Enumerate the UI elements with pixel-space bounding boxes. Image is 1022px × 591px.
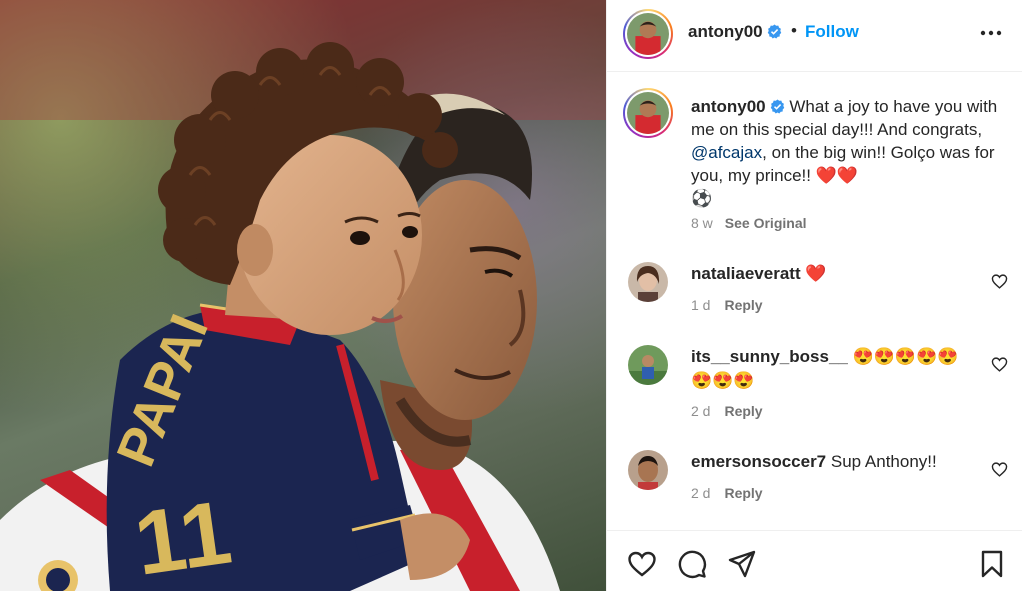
comment-emoji: ❤️ [805, 264, 827, 283]
comment-like-heart-icon[interactable] [991, 461, 1008, 478]
comment-meta: 2 d Reply [691, 485, 763, 501]
header-avatar[interactable] [623, 9, 673, 59]
comment-text: emersonsoccer7 Sup Anthony!! [691, 450, 971, 474]
comment-avatar[interactable] [628, 345, 668, 385]
caption-timestamp[interactable]: 8 w [691, 215, 713, 231]
post-action-bar [607, 530, 1022, 591]
comment-avatar[interactable] [628, 450, 668, 490]
reply-button[interactable]: Reply [724, 403, 762, 419]
post-photo-illustration: PAPAI 11 [0, 0, 606, 591]
comment-like-heart-icon[interactable] [991, 273, 1008, 290]
caption-avatar[interactable] [623, 88, 673, 138]
caption-username[interactable]: antony00 [691, 97, 766, 116]
avatar-photo [627, 92, 669, 134]
post-detail-panel: antony00 • Follow antony00 What a joy to… [606, 0, 1022, 591]
post-photo[interactable]: PAPAI 11 [0, 0, 606, 591]
caption-mention-link[interactable]: @afcajax [691, 143, 762, 162]
more-options-icon[interactable] [977, 22, 1005, 44]
comment-meta: 2 d Reply [691, 403, 763, 419]
caption-soccer-ball-emoji: ⚽ [691, 189, 713, 208]
comment-meta: 1 d Reply [691, 297, 763, 313]
jersey-number-text: 11 [129, 483, 237, 591]
comment-icon[interactable] [677, 549, 707, 579]
comment-timestamp: 1 d [691, 297, 711, 313]
caption-heart-emojis: ❤️❤️ [815, 166, 859, 185]
avatar-photo [627, 13, 669, 55]
comment-timestamp: 2 d [691, 403, 711, 419]
header-username-text[interactable]: antony00 [688, 22, 763, 41]
post-caption: antony00 What a joy to have you with me … [691, 95, 1001, 210]
verified-badge-icon [767, 24, 781, 39]
reply-button[interactable]: Reply [724, 297, 762, 313]
header-separator-dot: • [791, 21, 797, 40]
comment-like-heart-icon[interactable] [991, 356, 1008, 373]
comment-body: Sup Anthony!! [830, 452, 937, 471]
comment-text: its__sunny_boss__ 😍😍😍😍😍 😍😍😍 [691, 345, 971, 393]
comment-username[interactable]: nataliaeveratt [691, 264, 801, 283]
comment-username[interactable]: emersonsoccer7 [691, 452, 826, 471]
follow-button[interactable]: Follow [805, 22, 859, 42]
comment-text: nataliaeveratt ❤️ [691, 262, 971, 286]
reply-button[interactable]: Reply [724, 485, 762, 501]
bookmark-icon[interactable] [977, 549, 1007, 579]
header-username[interactable]: antony00 [688, 22, 782, 42]
post-header: antony00 • Follow [607, 0, 1022, 72]
comment-timestamp: 2 d [691, 485, 711, 501]
caption-meta: 8 w See Original [691, 215, 807, 231]
share-icon[interactable] [727, 549, 757, 579]
see-original-button[interactable]: See Original [725, 215, 807, 231]
comment-username[interactable]: its__sunny_boss__ [691, 347, 848, 366]
heart-icon[interactable] [627, 549, 657, 579]
verified-badge-icon [770, 99, 784, 114]
comment-avatar[interactable] [628, 262, 668, 302]
